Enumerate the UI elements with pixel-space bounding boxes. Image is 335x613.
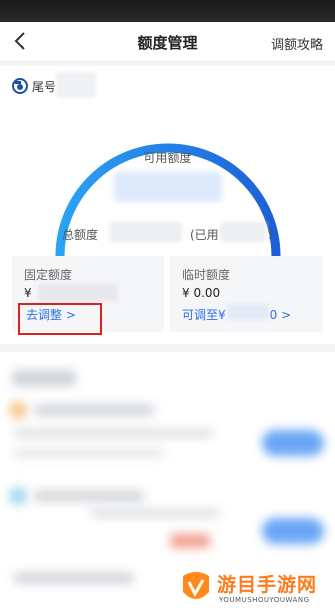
blurred-row-title	[34, 404, 154, 416]
masked-fixed-amount	[38, 284, 118, 302]
masked-total-amount	[110, 222, 182, 242]
available-quota-label: 可用额度	[143, 151, 192, 165]
masked-used-amount	[220, 222, 266, 242]
watermark-text: 游目手游网	[217, 574, 318, 596]
blurred-row-text	[90, 508, 220, 518]
temp-link-suffix: 0 >	[269, 308, 292, 322]
blurred-action-button[interactable]	[262, 430, 324, 456]
temp-quota-title: 临时额度	[182, 268, 231, 282]
watermark-logo-icon	[183, 572, 209, 599]
blurred-heading	[12, 370, 76, 386]
bank-logo-icon	[12, 78, 28, 94]
blurred-red-tag	[170, 534, 210, 548]
watermark-subtext: YOUMUSHOUYOUWANG	[219, 596, 310, 604]
blurred-row-subtext	[14, 448, 164, 458]
total-quota-label: 总额度	[62, 228, 99, 242]
fixed-quota-title: 固定额度	[24, 268, 73, 282]
masked-available-amount	[114, 172, 222, 202]
blurred-row-text	[14, 428, 214, 438]
highlight-box	[18, 303, 102, 335]
site-watermark: 游目手游网 YOUMUSHOUYOUWANG	[179, 566, 329, 610]
temp-quota-value: ¥ 0.00	[182, 286, 221, 300]
nav-bar: 额度管理 调额攻略	[0, 22, 335, 62]
temp-link-prefix: 可调至¥	[182, 308, 226, 322]
blurred-row-icon	[10, 488, 26, 504]
masked-temp-limit	[228, 304, 268, 320]
fixed-quota-currency: ¥	[24, 286, 32, 300]
temp-quota-card: 临时额度 ¥ 0.00 可调至¥ 0 >	[170, 256, 323, 332]
blurred-row-icon	[10, 402, 26, 418]
quota-guide-link[interactable]: 调额攻略	[271, 34, 323, 53]
blurred-row-title	[34, 490, 144, 502]
masked-card-number	[56, 72, 96, 98]
blurred-action-button[interactable]	[262, 518, 324, 544]
card-tail-label: 尾号	[32, 80, 57, 94]
used-close-paren: )	[268, 226, 273, 240]
used-label: (已用	[190, 228, 219, 242]
status-bar	[0, 0, 335, 22]
blurred-row-title	[14, 572, 134, 584]
